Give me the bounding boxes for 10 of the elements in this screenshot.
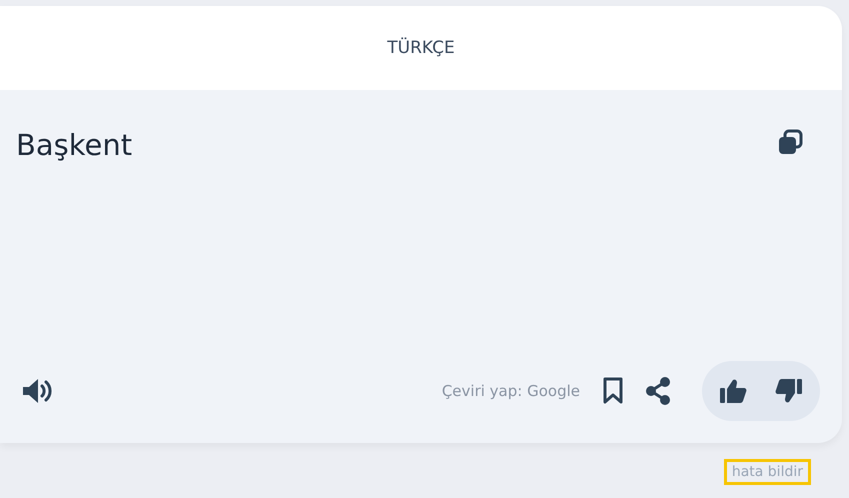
bookmark-icon[interactable] [602, 377, 624, 405]
thumbs-up-icon[interactable] [718, 377, 748, 405]
credit-text: Çeviri yap: Google [442, 382, 580, 400]
translation-text: Başkent [16, 128, 132, 162]
language-label: TÜRKÇE [387, 38, 455, 58]
report-error-link[interactable]: hata bildir [724, 459, 811, 485]
speaker-icon[interactable] [20, 377, 54, 405]
copy-icon[interactable] [776, 128, 804, 156]
share-icon[interactable] [644, 376, 672, 406]
thumbs-down-icon[interactable] [774, 377, 804, 405]
